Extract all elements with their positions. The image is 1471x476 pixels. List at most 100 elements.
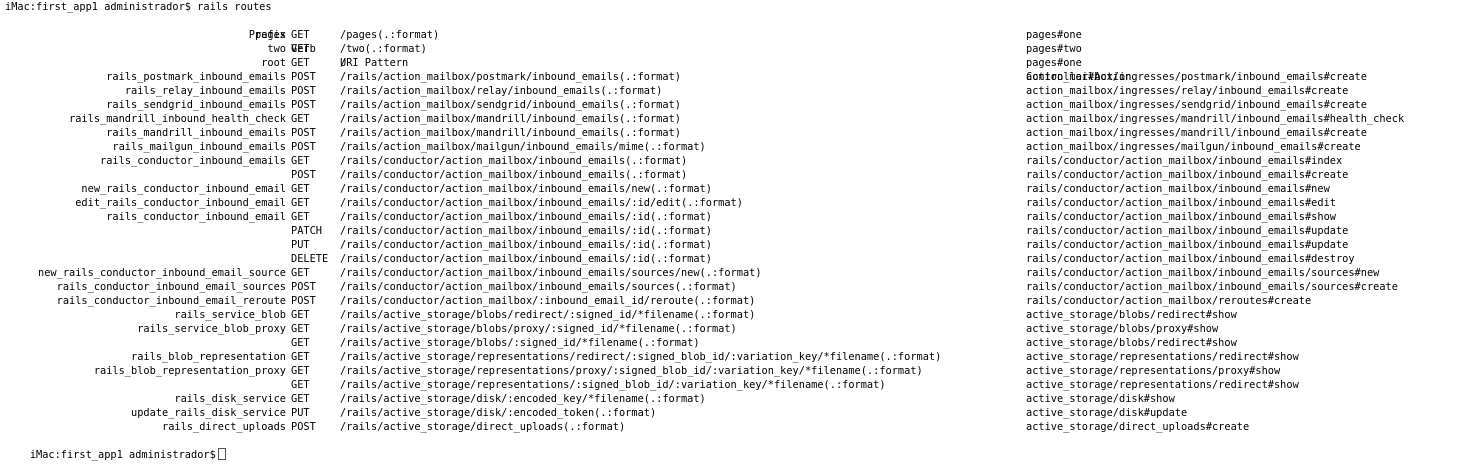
route-prefix: rails_postmark_inbound_emails — [106, 71, 286, 83]
route-controller-action: rails/conductor/action_mailbox/reroutes#… — [1026, 295, 1312, 307]
route-row: pages GET/pages(.:format) pages#one — [0, 28, 1471, 42]
route-verb: GET — [291, 113, 310, 125]
route-uri-pattern: /rails/conductor/action_mailbox/inbound_… — [340, 169, 688, 181]
route-uri-pattern: /rails/conductor/action_mailbox/inbound_… — [340, 197, 743, 209]
route-prefix: edit_rails_conductor_inbound_email — [75, 197, 286, 209]
route-prefix: rails_blob_representation_proxy — [93, 365, 286, 377]
route-row: update_rails_disk_service PUT/rails/activ… — [0, 406, 1471, 420]
route-row: rails_mandrill_inbound_emails POST/rails/… — [0, 126, 1471, 140]
prompt-line[interactable]: iMac:first_app1 administrador$ — [5, 434, 226, 461]
route-uri-pattern: /rails/active_storage/disk/:encoded_toke… — [340, 407, 657, 419]
route-row: rails_relay_inbound_emails POST/rails/act… — [0, 84, 1471, 98]
route-prefix: rails_conductor_inbound_email_sources — [56, 281, 286, 293]
route-prefix: rails_service_blob — [174, 309, 286, 321]
shell-prompt: iMac:first_app1 administrador$ — [29, 449, 216, 461]
route-controller-action: action_mailbox/ingresses/relay/inbound_e… — [1026, 85, 1349, 97]
route-uri-pattern: /rails/conductor/action_mailbox/inbound_… — [340, 239, 712, 251]
route-controller-action: rails/conductor/action_mailbox/inbound_e… — [1026, 211, 1336, 223]
route-row: rails_blob_representation_proxy GET/rails… — [0, 364, 1471, 378]
route-controller-action: active_storage/representations/redirect#… — [1026, 351, 1299, 363]
route-uri-pattern: /rails/active_storage/blobs/redirect/:si… — [340, 309, 756, 321]
route-verb: GET — [291, 155, 310, 167]
route-controller-action: action_mailbox/ingresses/postmark/inboun… — [1026, 71, 1367, 83]
route-controller-action: rails/conductor/action_mailbox/inbound_e… — [1026, 169, 1349, 181]
route-verb: GET — [291, 43, 310, 55]
route-verb: POST — [291, 281, 316, 293]
route-verb: GET — [291, 393, 310, 405]
route-prefix: rails_sendgrid_inbound_emails — [106, 99, 286, 111]
route-controller-action: active_storage/disk#update — [1026, 407, 1188, 419]
route-verb: PUT — [291, 407, 310, 419]
route-controller-action: rails/conductor/action_mailbox/inbound_e… — [1026, 281, 1398, 293]
route-controller-action: rails/conductor/action_mailbox/inbound_e… — [1026, 197, 1336, 209]
route-row: GET/rails/active_storage/blobs/:signed_i… — [0, 336, 1471, 350]
route-uri-pattern: /rails/action_mailbox/mailgun/inbound_em… — [340, 141, 706, 153]
route-prefix: new_rails_conductor_inbound_email_source — [38, 267, 286, 279]
route-uri-pattern: /rails/conductor/action_mailbox/inbound_… — [340, 253, 712, 265]
route-verb: POST — [291, 421, 316, 433]
route-uri-pattern: /two(.:format) — [340, 43, 427, 55]
route-row: rails_mandrill_inbound_health_check GET/r… — [0, 112, 1471, 126]
route-row: PATCH/rails/conductor/action_mailbox/inb… — [0, 224, 1471, 238]
route-uri-pattern: /rails/active_storage/representations/pr… — [340, 365, 923, 377]
route-controller-action: action_mailbox/ingresses/mandrill/inboun… — [1026, 113, 1405, 125]
route-controller-action: rails/conductor/action_mailbox/inbound_e… — [1026, 155, 1343, 167]
route-row: new_rails_conductor_inbound_email_source… — [0, 266, 1471, 280]
route-uri-pattern: /rails/action_mailbox/sendgrid/inbound_e… — [340, 99, 681, 111]
route-prefix: rails_service_blob_proxy — [137, 323, 286, 335]
terminal-window[interactable]: iMac:first_app1 administrador$ rails rou… — [0, 0, 1471, 461]
route-controller-action: rails/conductor/action_mailbox/inbound_e… — [1026, 239, 1349, 251]
routes-header-row: Prefix Verb URI Pattern Controller#Actio… — [0, 14, 1471, 83]
route-prefix: two — [267, 43, 286, 55]
route-prefix: rails_conductor_inbound_email — [106, 211, 286, 223]
route-verb: POST — [291, 71, 316, 83]
route-verb: GET — [291, 183, 310, 195]
route-uri-pattern: /rails/action_mailbox/mandrill/inbound_e… — [340, 113, 681, 125]
route-prefix: rails_mailgun_inbound_emails — [112, 141, 286, 153]
route-prefix: pages — [255, 29, 286, 41]
route-row: rails_conductor_inbound_email_sources POS… — [0, 280, 1471, 294]
command-line: iMac:first_app1 administrador$ rails rou… — [5, 1, 272, 13]
route-prefix: rails_mandrill_inbound_emails — [106, 127, 286, 139]
route-controller-action: active_storage/blobs/redirect#show — [1026, 337, 1237, 349]
route-verb: POST — [291, 141, 316, 153]
route-row: PUT/rails/conductor/action_mailbox/inbou… — [0, 238, 1471, 252]
route-verb: GET — [291, 351, 310, 363]
route-row: GET/rails/active_storage/representations… — [0, 378, 1471, 392]
route-uri-pattern: /rails/conductor/action_mailbox/inbound_… — [340, 281, 737, 293]
route-controller-action: rails/conductor/action_mailbox/inbound_e… — [1026, 253, 1355, 265]
route-uri-pattern: /rails/active_storage/representations/re… — [340, 351, 942, 363]
route-controller-action: rails/conductor/action_mailbox/inbound_e… — [1026, 267, 1380, 279]
route-controller-action: rails/conductor/action_mailbox/inbound_e… — [1026, 183, 1330, 195]
route-row: DELETE/rails/conductor/action_mailbox/in… — [0, 252, 1471, 266]
route-uri-pattern: /rails/active_storage/direct_uploads(.:f… — [340, 421, 626, 433]
route-row: root GET / pages#one — [0, 56, 1471, 70]
route-verb: POST — [291, 295, 316, 307]
route-controller-action: rails/conductor/action_mailbox/inbound_e… — [1026, 225, 1349, 237]
route-verb: POST — [291, 85, 316, 97]
route-verb: GET — [291, 211, 310, 223]
route-verb: POST — [291, 169, 316, 181]
route-prefix: rails_blob_representation — [131, 351, 286, 363]
route-uri-pattern: /rails/conductor/action_mailbox/inbound_… — [340, 267, 762, 279]
route-controller-action: active_storage/blobs/proxy#show — [1026, 323, 1219, 335]
route-uri-pattern: /rails/conductor/action_mailbox/inbound_… — [340, 211, 712, 223]
route-verb: GET — [291, 365, 310, 377]
route-verb: GET — [291, 379, 310, 391]
route-controller-action: pages#one — [1026, 29, 1082, 41]
route-verb: GET — [291, 29, 310, 41]
route-uri-pattern: /pages(.:format) — [340, 29, 440, 41]
route-controller-action: active_storage/direct_uploads#create — [1026, 421, 1250, 433]
route-controller-action: pages#one — [1026, 57, 1082, 69]
route-row: rails_conductor_inbound_email GET/rails/c… — [0, 210, 1471, 224]
route-controller-action: active_storage/blobs/redirect#show — [1026, 309, 1237, 321]
route-prefix: root — [261, 57, 286, 69]
route-uri-pattern: / — [340, 57, 347, 69]
route-row: POST/rails/conductor/action_mailbox/inbo… — [0, 168, 1471, 182]
route-prefix: new_rails_conductor_inbound_email — [81, 183, 286, 195]
route-row: rails_postmark_inbound_emails POST/rails/… — [0, 70, 1471, 84]
route-controller-action: active_storage/disk#show — [1026, 393, 1175, 405]
route-prefix: rails_disk_service — [174, 393, 286, 405]
route-verb: GET — [291, 197, 310, 209]
route-row: rails_service_blob_proxy GET/rails/active… — [0, 322, 1471, 336]
